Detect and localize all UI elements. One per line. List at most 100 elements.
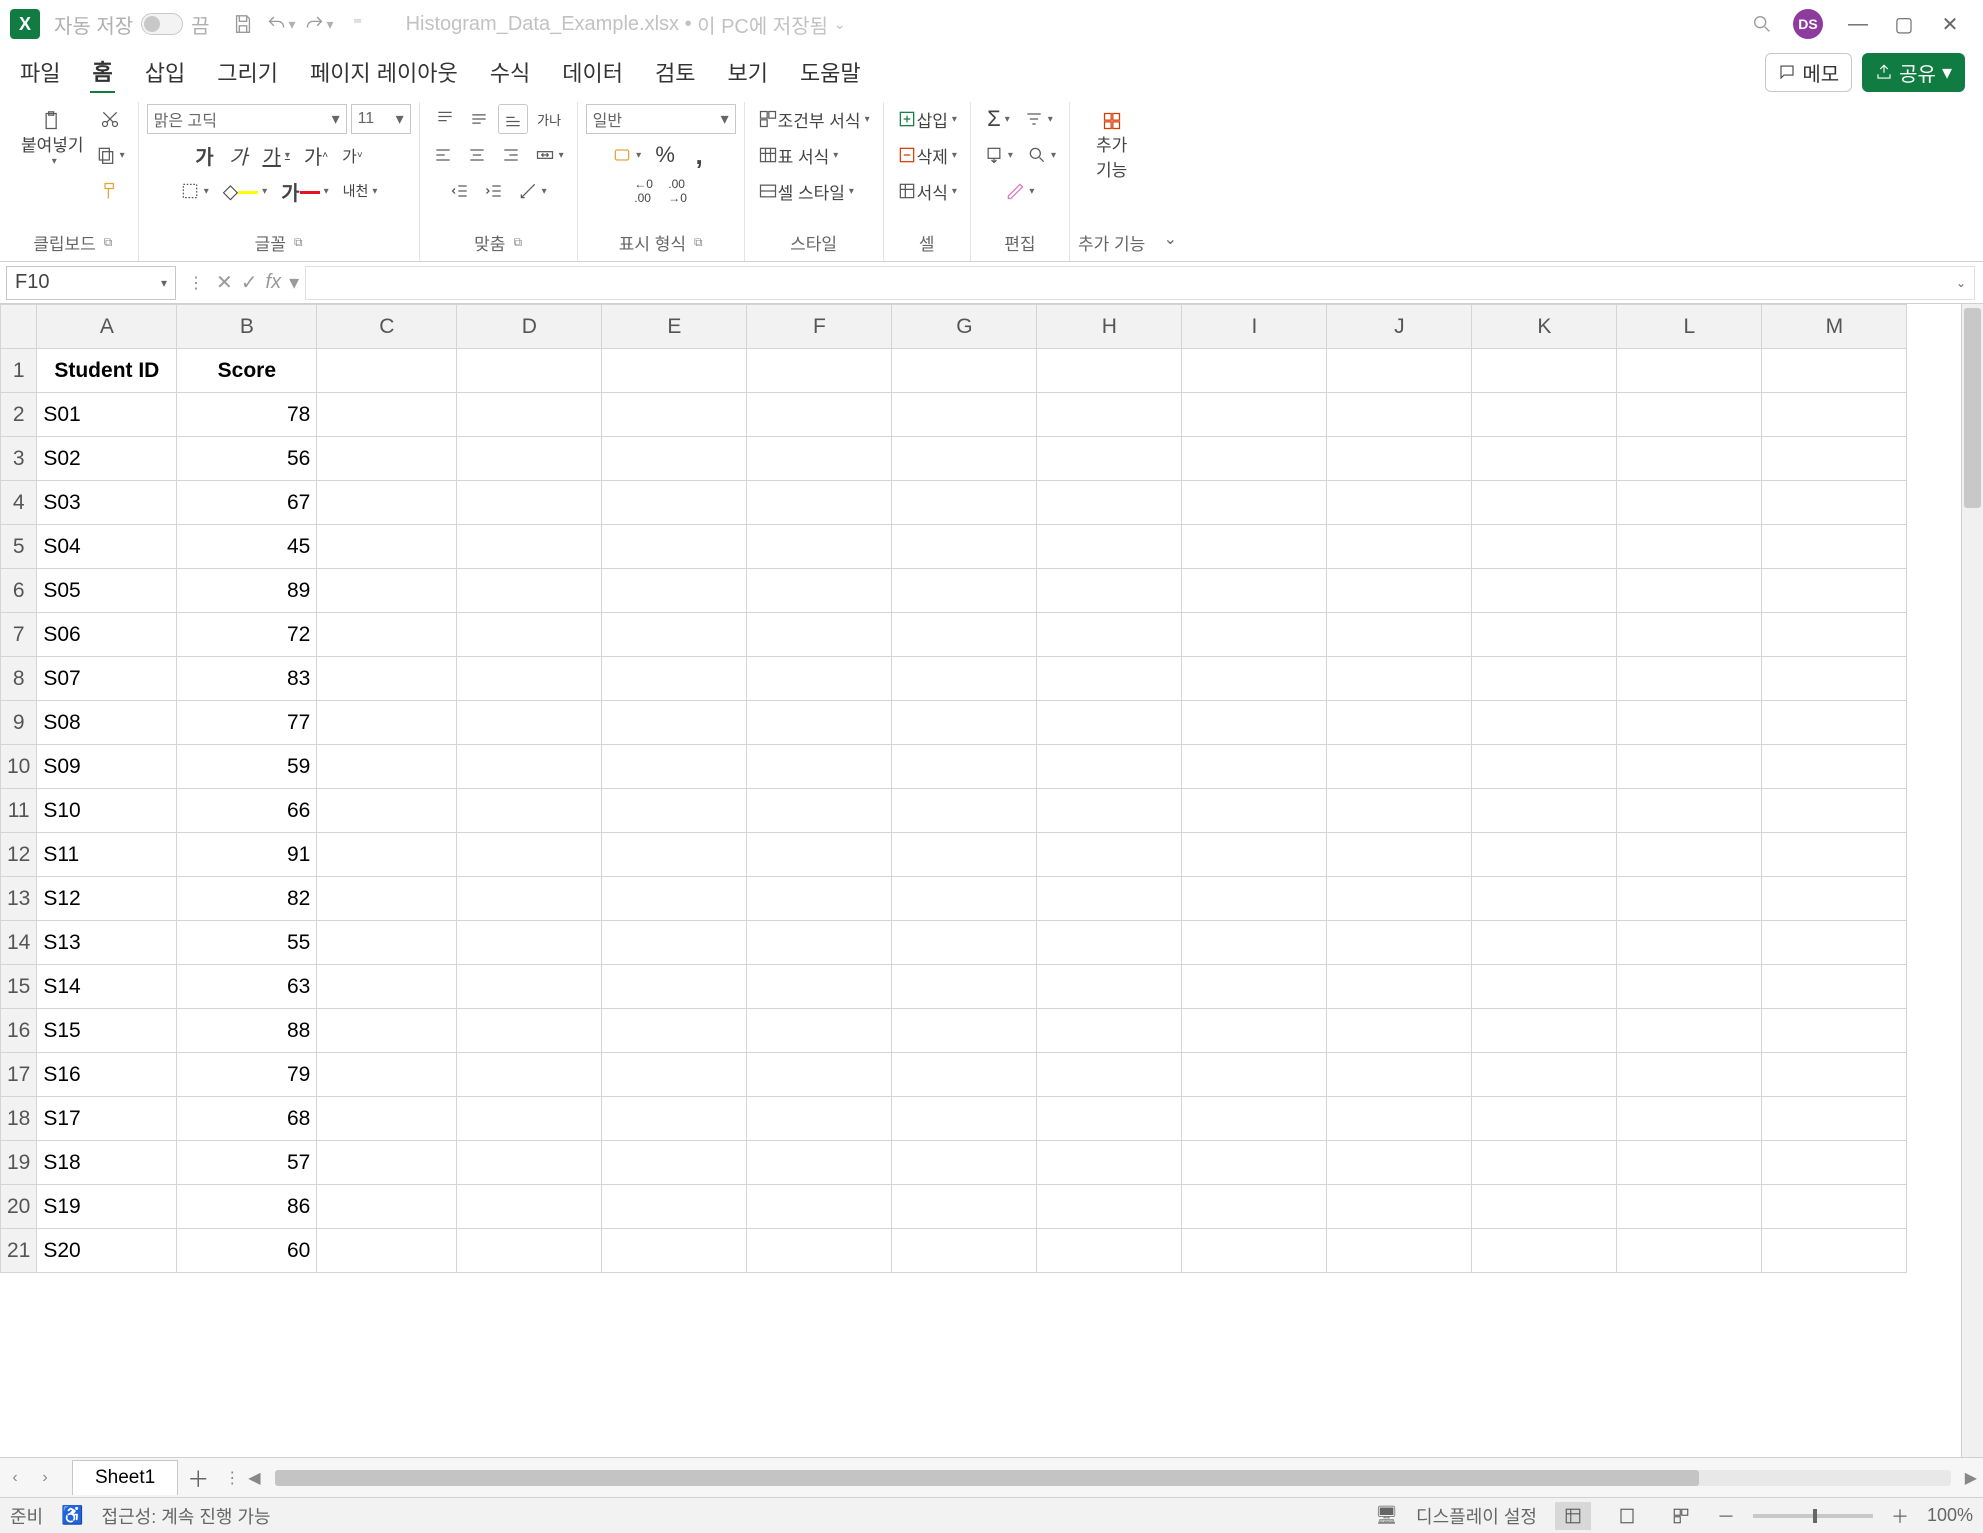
cell-J11[interactable]: [1327, 789, 1472, 833]
cell-F14[interactable]: [747, 921, 892, 965]
cell-B2[interactable]: 78: [177, 393, 317, 437]
cell-E10[interactable]: [602, 745, 747, 789]
cell-C9[interactable]: [317, 701, 457, 745]
cell-K21[interactable]: [1472, 1229, 1617, 1273]
cell-B17[interactable]: 79: [177, 1053, 317, 1097]
vertical-scrollbar[interactable]: [1961, 304, 1983, 1457]
cell-F2[interactable]: [747, 393, 892, 437]
cell-B1[interactable]: Score: [177, 349, 317, 393]
cell-J13[interactable]: [1327, 877, 1472, 921]
percent-format-icon[interactable]: %: [650, 140, 680, 170]
cell-G15[interactable]: [892, 965, 1037, 1009]
cell-F4[interactable]: [747, 481, 892, 525]
tab-draw[interactable]: 그리기: [215, 52, 280, 92]
cell-K13[interactable]: [1472, 877, 1617, 921]
cell-L17[interactable]: [1617, 1053, 1762, 1097]
cell-F21[interactable]: [747, 1229, 892, 1273]
cell-H16[interactable]: [1037, 1009, 1182, 1053]
cell-I15[interactable]: [1182, 965, 1327, 1009]
cell-H2[interactable]: [1037, 393, 1182, 437]
cell-K15[interactable]: [1472, 965, 1617, 1009]
cell-L10[interactable]: [1617, 745, 1762, 789]
italic-icon[interactable]: 가: [223, 140, 253, 170]
cell-C21[interactable]: [317, 1229, 457, 1273]
cell-B19[interactable]: 57: [177, 1141, 317, 1185]
col-header-F[interactable]: F: [747, 305, 892, 349]
cell-K14[interactable]: [1472, 921, 1617, 965]
cell-G7[interactable]: [892, 613, 1037, 657]
cell-G21[interactable]: [892, 1229, 1037, 1273]
cell-I18[interactable]: [1182, 1097, 1327, 1141]
search-icon[interactable]: [1747, 9, 1777, 39]
autosum-icon[interactable]: Σ▾: [982, 104, 1015, 134]
cell-M17[interactable]: [1762, 1053, 1907, 1097]
cell-I13[interactable]: [1182, 877, 1327, 921]
cell-A5[interactable]: S04: [37, 525, 177, 569]
cell-J12[interactable]: [1327, 833, 1472, 877]
cell-K4[interactable]: [1472, 481, 1617, 525]
cell-K16[interactable]: [1472, 1009, 1617, 1053]
cell-H17[interactable]: [1037, 1053, 1182, 1097]
cell-M14[interactable]: [1762, 921, 1907, 965]
cell-L1[interactable]: [1617, 349, 1762, 393]
fx-dropdown-icon[interactable]: ▾: [289, 270, 299, 295]
cell-A13[interactable]: S12: [37, 877, 177, 921]
cell-H18[interactable]: [1037, 1097, 1182, 1141]
cell-I21[interactable]: [1182, 1229, 1327, 1273]
row-header-18[interactable]: 18: [1, 1097, 37, 1141]
cell-D6[interactable]: [457, 569, 602, 613]
cell-L14[interactable]: [1617, 921, 1762, 965]
formula-bar-expand-icon[interactable]: ⌄: [1956, 276, 1966, 290]
fill-icon[interactable]: ▾: [979, 140, 1018, 170]
cell-F6[interactable]: [747, 569, 892, 613]
tab-data[interactable]: 데이터: [560, 52, 625, 92]
cell-A3[interactable]: S02: [37, 437, 177, 481]
wrap-text-icon[interactable]: 가나: [532, 104, 566, 134]
col-header-G[interactable]: G: [892, 305, 1037, 349]
cell-I8[interactable]: [1182, 657, 1327, 701]
cell-C2[interactable]: [317, 393, 457, 437]
cell-G14[interactable]: [892, 921, 1037, 965]
cell-K18[interactable]: [1472, 1097, 1617, 1141]
cell-J1[interactable]: [1327, 349, 1472, 393]
cell-G11[interactable]: [892, 789, 1037, 833]
cell-D4[interactable]: [457, 481, 602, 525]
find-select-icon[interactable]: ▾: [1022, 140, 1061, 170]
cell-D7[interactable]: [457, 613, 602, 657]
cell-H1[interactable]: [1037, 349, 1182, 393]
cell-J4[interactable]: [1327, 481, 1472, 525]
cell-M10[interactable]: [1762, 745, 1907, 789]
cell-H3[interactable]: [1037, 437, 1182, 481]
cell-K3[interactable]: [1472, 437, 1617, 481]
cell-I6[interactable]: [1182, 569, 1327, 613]
row-header-14[interactable]: 14: [1, 921, 37, 965]
cell-L2[interactable]: [1617, 393, 1762, 437]
cell-J5[interactable]: [1327, 525, 1472, 569]
cell-E6[interactable]: [602, 569, 747, 613]
cell-C10[interactable]: [317, 745, 457, 789]
cell-K10[interactable]: [1472, 745, 1617, 789]
align-right-icon[interactable]: [496, 140, 526, 170]
cell-E18[interactable]: [602, 1097, 747, 1141]
cell-G9[interactable]: [892, 701, 1037, 745]
cell-H7[interactable]: [1037, 613, 1182, 657]
cell-J8[interactable]: [1327, 657, 1472, 701]
col-header-M[interactable]: M: [1762, 305, 1907, 349]
cell-J7[interactable]: [1327, 613, 1472, 657]
col-header-B[interactable]: B: [177, 305, 317, 349]
cell-L8[interactable]: [1617, 657, 1762, 701]
cell-H9[interactable]: [1037, 701, 1182, 745]
cell-D1[interactable]: [457, 349, 602, 393]
cell-M3[interactable]: [1762, 437, 1907, 481]
cell-G8[interactable]: [892, 657, 1037, 701]
cell-B20[interactable]: 86: [177, 1185, 317, 1229]
cell-G12[interactable]: [892, 833, 1037, 877]
decrease-decimal-icon[interactable]: .00→0: [663, 176, 693, 206]
cell-C11[interactable]: [317, 789, 457, 833]
redo-icon[interactable]: ▾: [304, 9, 334, 39]
cell-A21[interactable]: S20: [37, 1229, 177, 1273]
cell-E1[interactable]: [602, 349, 747, 393]
view-page-break-icon[interactable]: [1663, 1502, 1699, 1530]
cell-B16[interactable]: 88: [177, 1009, 317, 1053]
cell-I1[interactable]: [1182, 349, 1327, 393]
